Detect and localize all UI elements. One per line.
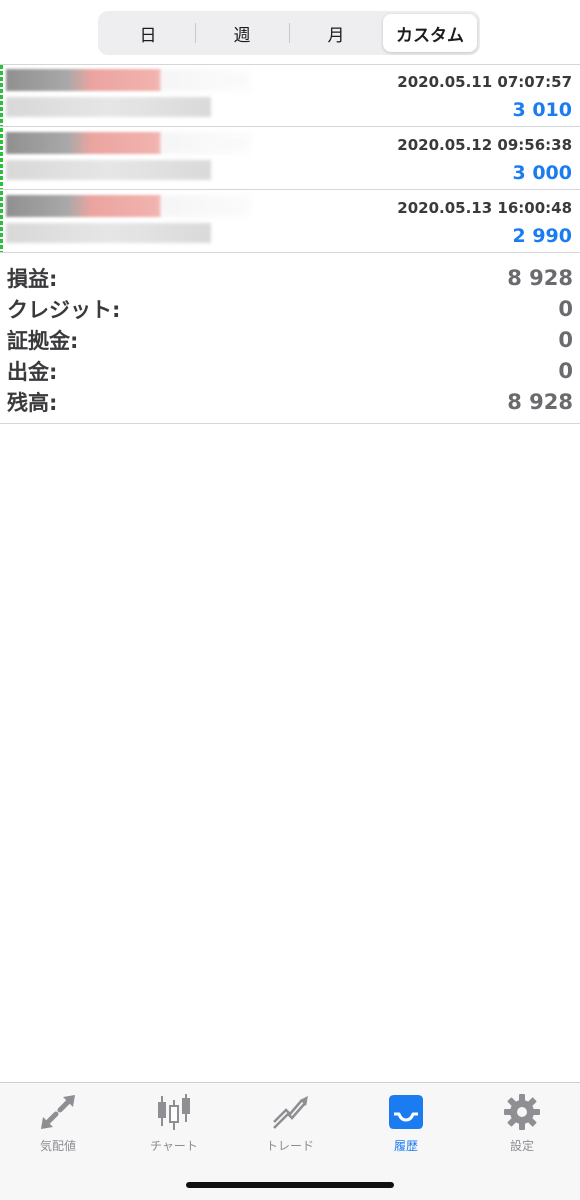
bottom-tab-bar: 気配値 チャート トレード 履歴 設定 (0, 1082, 580, 1200)
summary-label: 損益: (7, 266, 58, 291)
tab-quotes[interactable]: 気配値 (0, 1083, 116, 1163)
summary-label: クレジット: (7, 297, 121, 322)
deal-time: 2020.05.11 07:07:57 (397, 73, 572, 91)
summary-credit: クレジット: 0 (0, 293, 580, 324)
deal-row[interactable]: 2020.05.11 07:07:57 3 010 (0, 64, 580, 127)
summary-value: 0 (558, 327, 573, 352)
deal-time: 2020.05.13 16:00:48 (397, 199, 572, 217)
tab-label: 気配値 (39, 1139, 76, 1153)
summary-deposit: 証拠金: 0 (0, 324, 580, 355)
buy-marker (0, 128, 3, 189)
summary-label: 出金: (7, 359, 58, 384)
redacted-details (6, 97, 211, 117)
summary-value: 0 (558, 358, 573, 383)
buy-marker (0, 65, 3, 126)
tab-week[interactable]: 週 (195, 14, 289, 52)
tab-label: 履歴 (393, 1139, 418, 1153)
trade-trend-icon (270, 1092, 310, 1132)
buy-marker (0, 191, 3, 252)
tab-label: チャート (150, 1139, 198, 1153)
candlestick-chart-icon (154, 1092, 194, 1132)
tab-custom[interactable]: カスタム (383, 14, 477, 52)
summary-label: 証拠金: (7, 328, 79, 353)
quotes-arrows-icon (38, 1092, 78, 1132)
tab-label: トレード (265, 1139, 314, 1153)
redacted-details (6, 160, 211, 180)
home-indicator (186, 1182, 394, 1188)
tab-history[interactable]: 履歴 (348, 1083, 464, 1163)
account-summary: 損益: 8 928 クレジット: 0 証拠金: 0 出金: 0 残高: 8 92… (0, 256, 580, 424)
summary-label: 残高: (7, 390, 58, 415)
tab-trade[interactable]: トレード (232, 1083, 348, 1163)
history-inbox-icon (386, 1092, 426, 1132)
deals-list: 2020.05.11 07:07:57 3 010 2020.05.12 09:… (0, 64, 580, 253)
tab-chart[interactable]: チャート (116, 1083, 232, 1163)
tab-settings[interactable]: 設定 (464, 1083, 580, 1163)
summary-withdrawal: 出金: 0 (0, 355, 580, 386)
deal-profit: 3 000 (512, 162, 573, 184)
tab-day[interactable]: 日 (101, 14, 195, 52)
redacted-symbol (6, 69, 161, 91)
deal-profit: 3 010 (512, 99, 573, 121)
deal-profit: 2 990 (512, 225, 573, 247)
settings-gear-icon (502, 1092, 542, 1132)
period-segmented-control: 日 週 月 カスタム (98, 11, 480, 55)
deal-row[interactable]: 2020.05.13 16:00:48 2 990 (0, 190, 580, 253)
tab-month[interactable]: 月 (289, 14, 383, 52)
summary-value: 8 928 (507, 389, 573, 414)
redacted-symbol (6, 195, 161, 217)
summary-value: 8 928 (507, 265, 573, 290)
summary-balance: 残高: 8 928 (0, 386, 580, 417)
redacted-details (6, 223, 211, 243)
summary-profit: 損益: 8 928 (0, 262, 580, 293)
summary-value: 0 (558, 296, 573, 321)
deal-time: 2020.05.12 09:56:38 (397, 136, 572, 154)
deal-row[interactable]: 2020.05.12 09:56:38 3 000 (0, 127, 580, 190)
redacted-symbol (6, 132, 161, 154)
tab-label: 設定 (509, 1139, 534, 1153)
